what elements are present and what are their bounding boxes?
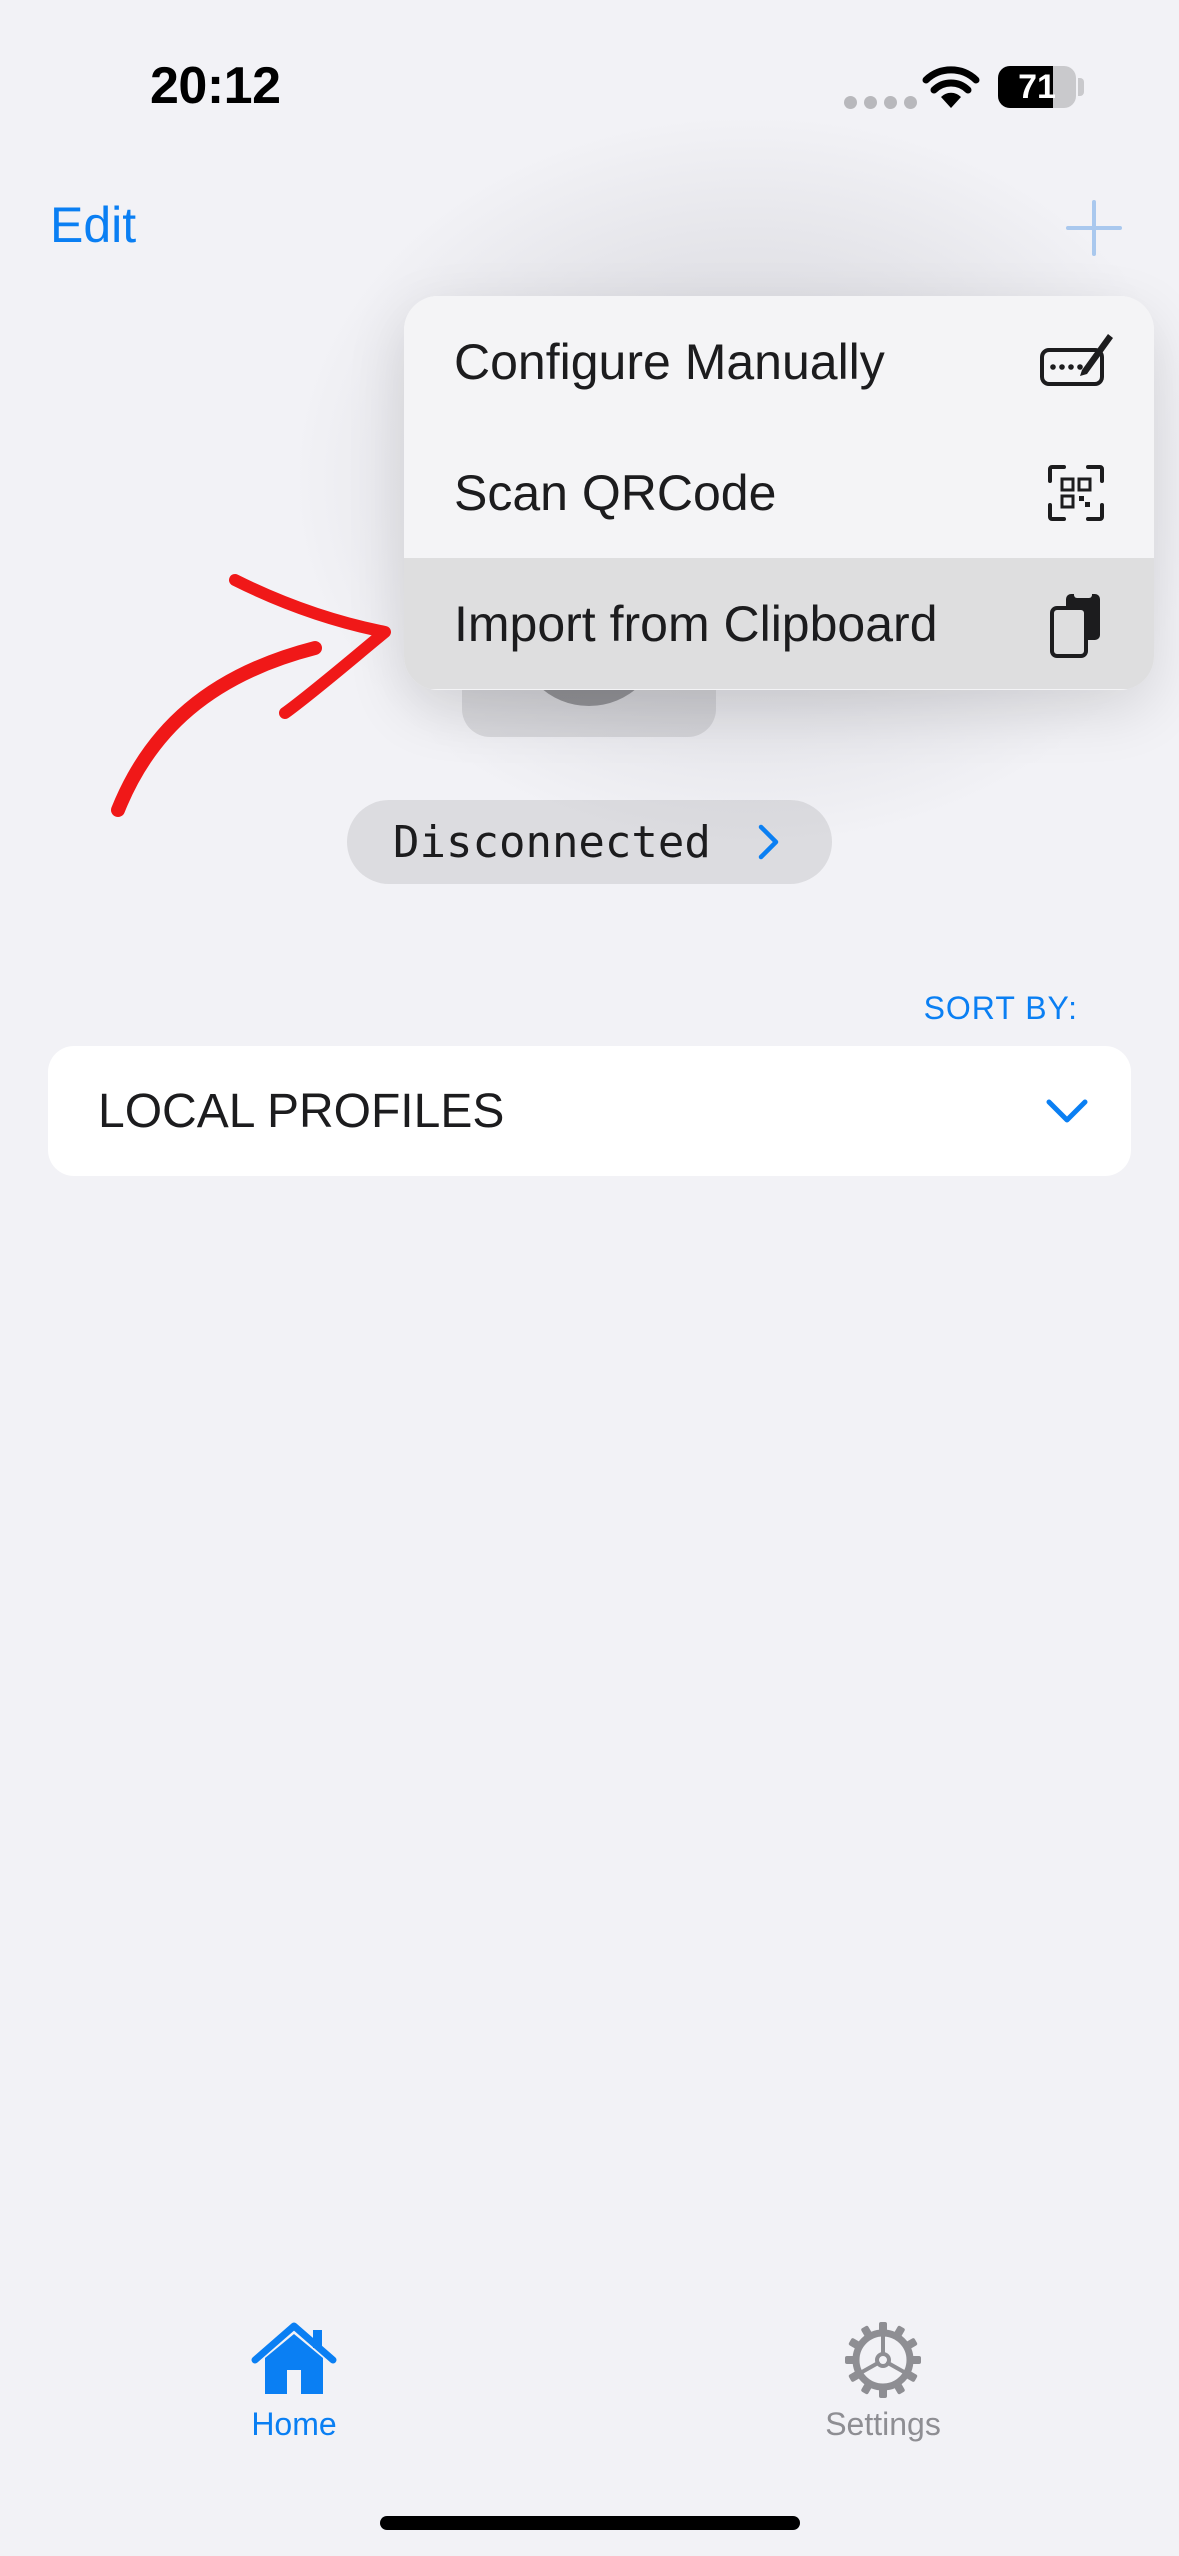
keyboard-pen-icon — [1040, 334, 1113, 386]
menu-item-configure-manually[interactable]: Configure Manually — [404, 296, 1154, 427]
qr-scan-icon — [1048, 465, 1104, 521]
wifi-icon — [922, 66, 980, 108]
clipboard-copy-icon — [1050, 591, 1100, 658]
status-time: 20:12 — [150, 57, 281, 115]
menu-item-scan-qrcode[interactable]: Scan QRCode — [404, 427, 1154, 558]
battery-cap — [1078, 78, 1084, 96]
menu-item-label: Import from Clipboard — [454, 595, 938, 652]
gear-icon — [845, 2322, 921, 2398]
annotation-arrow-icon — [111, 574, 391, 817]
home-icon — [251, 2322, 337, 2394]
menu-item-label: Scan QRCode — [454, 464, 777, 521]
battery-level: 71 — [1018, 67, 1056, 106]
menu-item-label: Configure Manually — [454, 333, 885, 390]
cellular-signal-icon — [844, 96, 917, 109]
tab-label: Home — [251, 2406, 337, 2442]
add-profile-menu: Configure Manually Scan QRCode Import fr… — [404, 296, 1154, 690]
local-profiles-title: LOCAL PROFILES — [98, 1084, 505, 1138]
menu-item-import-clipboard[interactable]: Import from Clipboard — [404, 558, 1154, 689]
edit-button[interactable]: Edit — [50, 196, 136, 254]
tab-label: Settings — [825, 2406, 941, 2442]
battery-icon: 71 — [998, 66, 1076, 108]
tab-settings[interactable]: Settings — [773, 2320, 993, 2443]
tab-home[interactable]: Home — [184, 2320, 404, 2443]
chevron-down-icon — [1046, 1099, 1088, 1123]
local-profiles-section[interactable]: LOCAL PROFILES — [48, 1046, 1131, 1176]
home-indicator[interactable] — [380, 2516, 800, 2530]
sort-by-button[interactable]: SORT BY: — [0, 990, 1078, 1027]
